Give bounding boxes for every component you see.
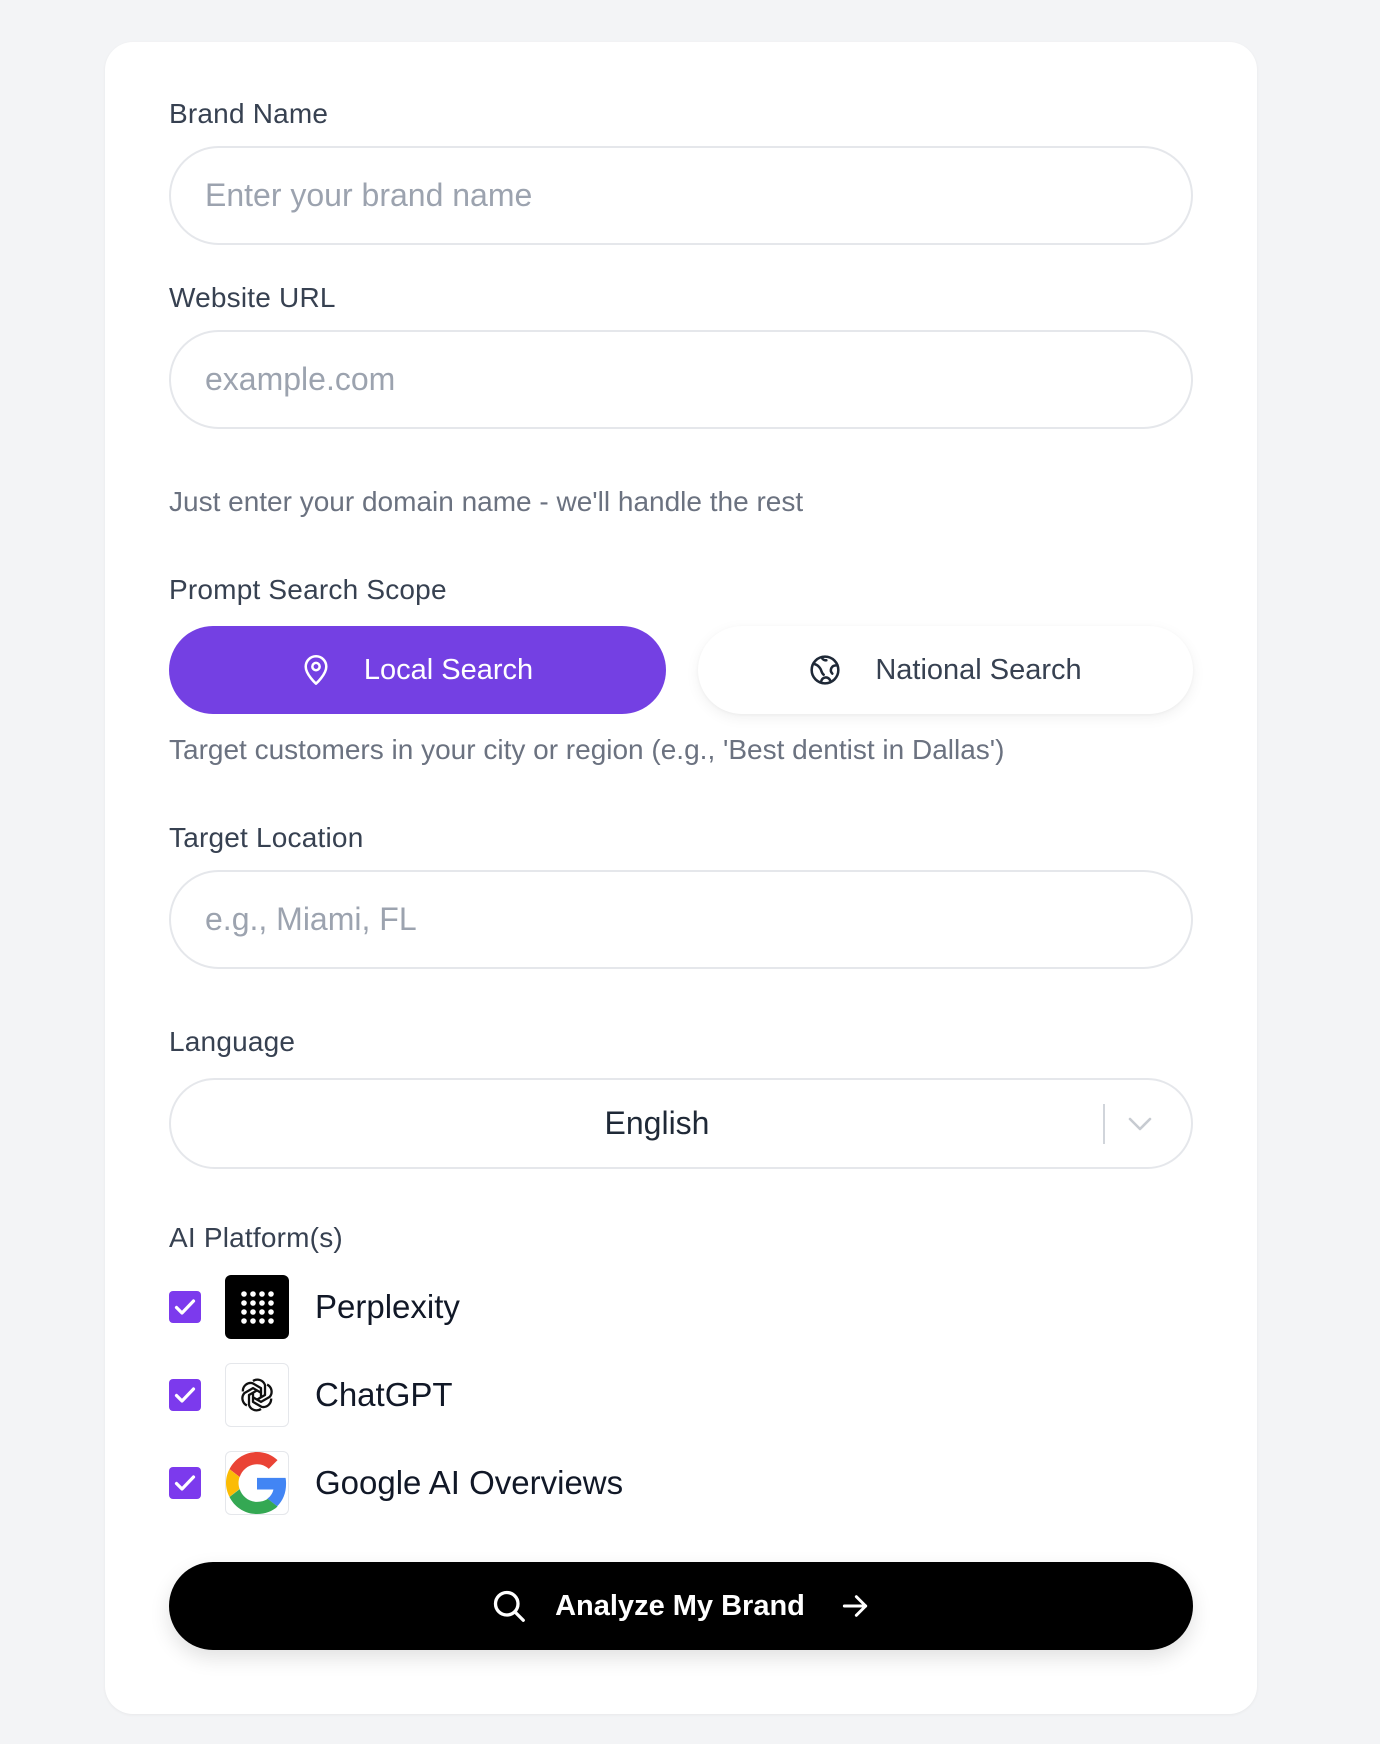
platform-chatgpt[interactable]: ChatGPT [169,1363,453,1427]
arrow-right-icon [839,1590,871,1622]
brand-name-label: Brand Name [169,98,329,129]
chevron-down-icon[interactable] [1127,1116,1153,1132]
scope-hint: Target customers in your city or region … [169,734,1005,765]
local-search-button[interactable]: Local Search [169,626,666,714]
globe-icon [809,654,841,686]
analyze-my-brand-label: Analyze My Brand [555,1589,805,1622]
perplexity-logo-icon [225,1275,289,1339]
analyze-form-card: Brand Name Website URL Just enter your d… [105,42,1257,1714]
google-logo-icon [225,1451,289,1515]
national-search-button[interactable]: National Search [698,626,1193,714]
search-icon [491,1588,527,1624]
brand-name-field[interactable] [169,146,1193,245]
chatgpt-checkbox[interactable] [169,1379,201,1411]
website-url-hint: Just enter your domain name - we'll hand… [169,486,804,517]
perplexity-name: Perplexity [315,1288,460,1325]
platform-perplexity[interactable]: Perplexity [169,1275,460,1339]
chatgpt-logo-icon [225,1363,289,1427]
google-ai-overviews-name: Google AI Overviews [315,1464,624,1501]
perplexity-checkbox[interactable] [169,1291,201,1323]
website-url-field[interactable] [169,330,1193,429]
website-url-input[interactable] [205,361,1191,398]
platforms-label: AI Platform(s) [169,1222,343,1253]
brand-name-input[interactable] [205,177,1191,214]
analyze-my-brand-button[interactable]: Analyze My Brand [169,1562,1193,1650]
language-selected-value: English [604,1105,710,1141]
scope-label: Prompt Search Scope [169,574,447,605]
website-url-label: Website URL [169,282,336,313]
select-separator [1103,1103,1105,1144]
language-label: Language [169,1026,296,1057]
local-search-label: Local Search [363,653,534,686]
national-search-label: National Search [875,653,1082,686]
platform-google-ai-overviews[interactable]: Google AI Overviews [169,1451,623,1515]
map-pin-icon [302,654,330,686]
google-ai-overviews-checkbox[interactable] [169,1467,201,1499]
language-select[interactable]: English [169,1078,1193,1169]
target-location-field[interactable] [169,870,1193,969]
target-location-label: Target Location [169,822,364,853]
target-location-input[interactable] [205,901,1191,938]
chatgpt-name: ChatGPT [315,1376,453,1413]
